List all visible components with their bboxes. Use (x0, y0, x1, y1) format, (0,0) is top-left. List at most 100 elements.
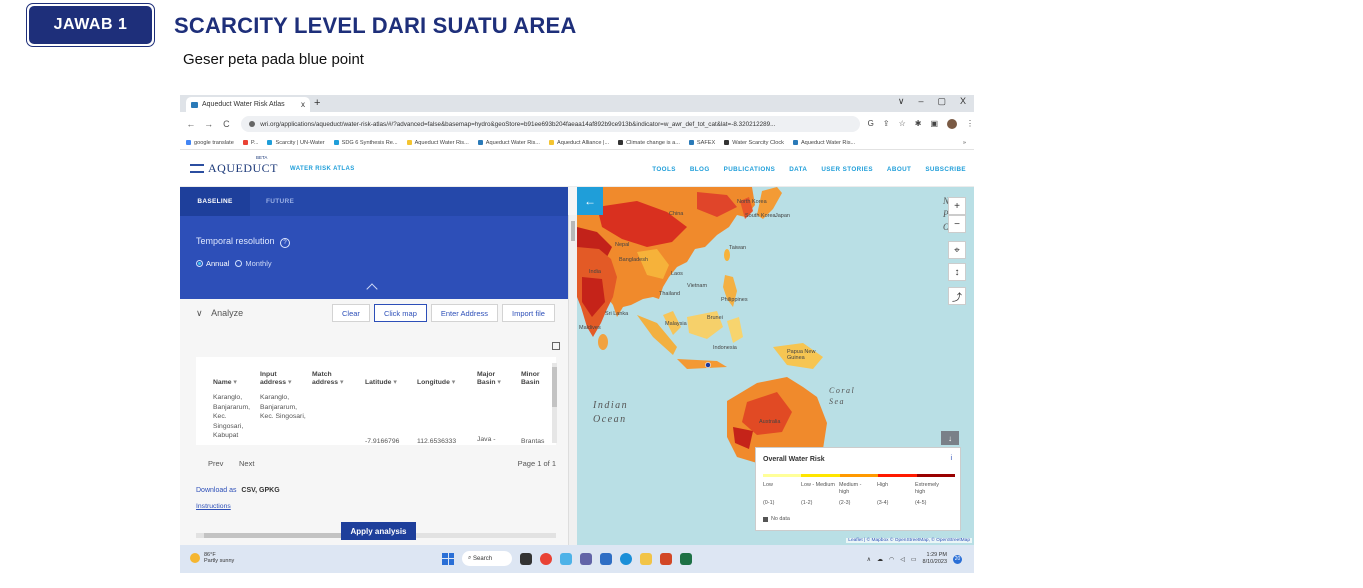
bookmark-item[interactable]: Water Scarcity Clock (724, 140, 784, 146)
notification-badge[interactable]: 20 (953, 554, 962, 564)
bookmark-item[interactable]: Climate change is a... (618, 140, 680, 146)
bookmark-item[interactable]: Aqueduct Water Ris... (477, 140, 540, 146)
minimize-button[interactable]: – (918, 96, 923, 107)
google-icon[interactable]: G (868, 119, 874, 129)
bookmark-item[interactable]: google translate (186, 140, 234, 146)
download-map-icon[interactable]: ↓ (941, 431, 959, 445)
table-vertical-scrollbar[interactable] (552, 363, 557, 443)
star-icon[interactable]: ☆ (899, 119, 906, 129)
back-button[interactable]: ← (184, 119, 198, 129)
bookmark-item[interactable]: SDG 6 Synthesis Re... (333, 140, 398, 146)
bookmark-item[interactable]: P... (242, 140, 258, 146)
chrome-icon[interactable] (540, 552, 552, 565)
water-risk-map[interactable]: North Korea South Korea Japan China Nepa… (577, 187, 974, 545)
no-data-swatch (763, 516, 768, 522)
share-icon[interactable]: ⇪ (883, 119, 890, 129)
photos-icon[interactable] (560, 552, 572, 565)
col-input-address[interactable]: Input address ▾ (260, 371, 291, 386)
bookmark-item[interactable]: SAFEX (688, 140, 715, 146)
enter-address-button[interactable]: Enter Address (430, 304, 498, 322)
tab-search-icon[interactable]: ∨ (898, 96, 905, 107)
radio-monthly[interactable]: Monthly (235, 259, 272, 268)
blue-point-marker[interactable] (705, 362, 711, 368)
col-latitude[interactable]: Latitude ▾ (365, 371, 397, 386)
task-view-icon[interactable] (520, 552, 532, 565)
battery-icon[interactable]: ▭ (911, 556, 917, 563)
zoom-in-button[interactable]: + (948, 197, 966, 215)
help-icon[interactable]: ? (280, 238, 291, 248)
col-name[interactable]: Name ▾ (213, 371, 237, 386)
zoom-out-button[interactable]: − (948, 215, 966, 233)
weather-widget[interactable]: 86°F Partly sunny (190, 552, 234, 564)
prev-button[interactable]: Prev (208, 459, 223, 468)
tray-chevron-icon[interactable]: ∧ (867, 556, 871, 563)
sidepanel-icon[interactable]: ▣ (930, 119, 938, 129)
bookmarks-more-icon[interactable]: » (963, 140, 966, 146)
teams-icon[interactable] (580, 552, 592, 565)
nav-subscribe[interactable]: SUBSCRIBE (925, 166, 966, 173)
nav-user-stories[interactable]: USER STORIES (821, 166, 873, 173)
share-map-icon[interactable]: ⤴ (948, 287, 966, 305)
panel-scrollbar[interactable] (568, 215, 577, 545)
instructions-link[interactable]: Instructions (196, 503, 231, 510)
onedrive-icon[interactable]: ☁ (877, 556, 883, 563)
browser-tab[interactable]: Aqueduct Water Risk Atlas x (186, 97, 310, 112)
maximize-button[interactable]: ▢ (937, 96, 946, 107)
next-button[interactable]: Next (239, 459, 254, 468)
taskbar-search[interactable]: ⌕ Search (462, 551, 512, 566)
reload-button[interactable]: C (219, 119, 233, 129)
col-longitude[interactable]: Longitude ▾ (417, 371, 455, 386)
legend-info-icon[interactable]: i (950, 455, 952, 462)
aqueduct-logo[interactable]: AQUEDUCT BETA WATER RISK ATLAS (190, 155, 355, 176)
file-explorer-icon[interactable] (640, 552, 652, 565)
analyze-toggle[interactable]: ∨ Analyze (196, 308, 243, 319)
powerpoint-icon[interactable] (660, 552, 672, 565)
col-major-basin[interactable]: Major Basin ▾ (477, 371, 501, 386)
profile-avatar[interactable] (947, 119, 957, 129)
radio-annual[interactable]: Annual (196, 259, 229, 268)
forward-button[interactable]: → (202, 119, 216, 129)
clock[interactable]: 1:29 PM 8/10/2023 (923, 552, 947, 566)
tab-future[interactable]: FUTURE (266, 198, 294, 205)
volume-icon[interactable]: ◁ (900, 556, 905, 563)
nav-publications[interactable]: PUBLICATIONS (724, 166, 776, 173)
legend-cat-extremely-high: Extremely high (915, 482, 939, 495)
map-attribution[interactable]: Leaflet | © Mapbox © OpenStreetMap, © Op… (846, 538, 972, 543)
windows-start-icon[interactable] (442, 552, 454, 565)
wifi-icon[interactable]: ◠ (889, 556, 894, 563)
menu-icon[interactable]: ⋮ (966, 119, 974, 129)
nav-data[interactable]: DATA (789, 166, 807, 173)
edge-icon[interactable] (620, 552, 632, 565)
col-match-address[interactable]: Match address ▾ (312, 371, 343, 386)
import-file-button[interactable]: Import file (501, 304, 555, 322)
url-field[interactable]: wri.org/applications/aqueduct/water-risk… (241, 116, 860, 132)
apply-analysis-button[interactable]: Apply analysis (341, 522, 416, 540)
scrollbar-thumb[interactable] (552, 367, 557, 407)
tab-baseline[interactable]: BASELINE (180, 187, 250, 216)
bookmark-item[interactable]: Scarcity | UN-Water (267, 140, 325, 146)
fullscreen-icon[interactable] (552, 342, 560, 350)
slide-title: SCARCITY LEVEL DARI SUATU AREA (174, 13, 577, 38)
collapse-chevron-icon[interactable] (366, 283, 378, 295)
outlook-icon[interactable] (600, 552, 612, 565)
col-minor-basin[interactable]: Minor Basin (521, 371, 540, 386)
download-formats[interactable]: CSV, GPKG (241, 487, 279, 494)
clear-button[interactable]: Clear (332, 304, 370, 322)
bookmark-item[interactable]: Aqueduct Water Ris... (792, 140, 855, 146)
click-map-button[interactable]: Click map (373, 304, 427, 322)
new-tab-button[interactable]: + (314, 97, 320, 109)
bookmark-item[interactable]: Aqueduct Water Ris... (406, 140, 469, 146)
nav-blog[interactable]: BLOG (690, 166, 710, 173)
collapse-panel-button[interactable]: ← (577, 187, 603, 215)
excel-icon[interactable] (680, 552, 692, 565)
fit-bounds-icon[interactable]: ↕ (948, 263, 966, 281)
extensions-icon[interactable]: ✱ (915, 119, 922, 129)
tab-close-icon[interactable]: x (301, 100, 305, 109)
nav-about[interactable]: ABOUT (887, 166, 911, 173)
scrollbar-thumb[interactable] (571, 221, 575, 241)
close-window-button[interactable]: X (960, 96, 966, 107)
nav-tools[interactable]: TOOLS (652, 166, 676, 173)
bookmark-item[interactable]: Aqueduct Alliance |... (548, 140, 609, 146)
site-info-icon[interactable] (249, 121, 256, 127)
locate-icon[interactable]: ⌖ (948, 241, 966, 259)
